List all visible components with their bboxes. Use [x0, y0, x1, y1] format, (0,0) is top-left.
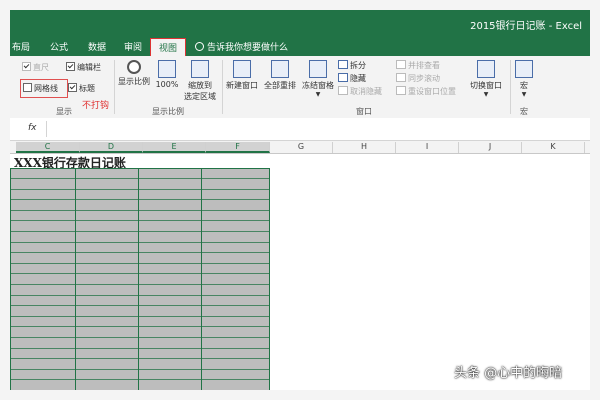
- cell-row-line: [11, 231, 269, 232]
- hide-icon: [338, 73, 348, 82]
- tab-view[interactable]: 视图: [150, 38, 187, 56]
- ruler-checkbox[interactable]: 直尺: [22, 62, 49, 73]
- cell-column-line: [201, 169, 202, 390]
- zoom-100-icon: [158, 60, 176, 78]
- reset-position-button[interactable]: 重设窗口位置: [396, 86, 456, 97]
- tab-formulas[interactable]: 公式: [50, 40, 68, 53]
- view-side-by-side-button[interactable]: 并排查看: [396, 60, 440, 71]
- ribbon: 直尺 编辑栏 网格线 标题 显示 不打钩 显示比例 100% 缩放到 选定区域 …: [10, 56, 590, 119]
- excel-window: 2015银行日记账 - Excel 布局 公式 数据 审阅 视图 告诉我你想要做…: [10, 10, 590, 390]
- chevron-down-icon: ▼: [315, 91, 321, 98]
- checkbox-icon: [23, 83, 32, 92]
- zoom-group-label: 显示比例: [152, 107, 184, 116]
- annotation-no-check: 不打钩: [82, 101, 110, 111]
- split-button[interactable]: 拆分: [338, 60, 366, 71]
- macros-icon: [515, 60, 533, 78]
- macros-group-label: 宏: [520, 107, 528, 116]
- cell-row-line: [11, 358, 269, 359]
- cell-row-line: [11, 263, 269, 264]
- checkbox-icon: [68, 83, 77, 92]
- zoom-100-button[interactable]: 100%: [154, 60, 180, 89]
- side-by-side-icon: [396, 60, 406, 69]
- column-header-c[interactable]: C: [16, 142, 80, 153]
- cell-row-line: [11, 189, 269, 190]
- unhide-button[interactable]: 取消隐藏: [338, 86, 382, 97]
- tell-me-box[interactable]: 告诉我你想要做什么: [195, 40, 288, 53]
- switch-windows-icon: [477, 60, 495, 78]
- macros-button[interactable]: 宏 ▼: [512, 60, 536, 98]
- cell-row-line: [11, 326, 269, 327]
- column-headers: C D E F G H I J K: [10, 141, 590, 154]
- zoom-to-selection-button[interactable]: 缩放到 选定区域: [180, 60, 220, 102]
- cell-row-line: [11, 210, 269, 211]
- new-window-icon: [233, 60, 251, 78]
- zoom-selection-icon: [191, 60, 209, 78]
- chevron-down-icon: ▼: [521, 91, 527, 98]
- checkbox-icon: [66, 62, 75, 71]
- formula-bar: fx: [10, 118, 590, 141]
- group-divider: [222, 60, 223, 114]
- cell-row-line: [11, 199, 269, 200]
- freeze-panes-icon: [309, 60, 327, 78]
- formula-bar-checkbox[interactable]: 编辑栏: [66, 62, 101, 73]
- cell-row-line: [11, 316, 269, 317]
- cell-row-line: [11, 348, 269, 349]
- group-divider: [114, 60, 115, 114]
- cell-column-line: [138, 169, 139, 390]
- checkbox-icon: [22, 62, 31, 71]
- cell-row-line: [11, 273, 269, 274]
- column-header-e[interactable]: E: [143, 142, 206, 153]
- ribbon-tabs: 布局 公式 数据 审阅 视图 告诉我你想要做什么: [10, 36, 590, 56]
- new-window-button[interactable]: 新建窗口: [224, 60, 260, 91]
- column-header-g[interactable]: G: [270, 142, 333, 153]
- window-title: 2015银行日记账 - Excel: [470, 21, 582, 32]
- gridlines-checkbox[interactable]: 网格线: [23, 83, 58, 94]
- cell-row-line: [11, 337, 269, 338]
- cell-row-line: [11, 178, 269, 179]
- cell-column-line: [75, 169, 76, 390]
- column-header-j[interactable]: J: [459, 142, 522, 153]
- tab-review[interactable]: 审阅: [124, 40, 142, 53]
- show-group-label: 显示: [56, 107, 72, 116]
- column-header-d[interactable]: D: [80, 142, 143, 153]
- lightbulb-icon: [195, 42, 204, 51]
- arrange-all-button[interactable]: 全部重排: [262, 60, 298, 91]
- hide-button[interactable]: 隐藏: [338, 73, 366, 84]
- tab-layout[interactable]: 布局: [12, 40, 30, 53]
- cell-row-line: [11, 379, 269, 380]
- sync-scroll-button[interactable]: 同步滚动: [396, 73, 440, 84]
- magnifier-icon: [127, 60, 141, 74]
- group-divider: [510, 60, 511, 114]
- freeze-panes-button[interactable]: 冻结窗格 ▼: [300, 60, 336, 98]
- chevron-down-icon: ▼: [483, 91, 489, 98]
- cell-row-line: [11, 242, 269, 243]
- column-header-i[interactable]: I: [396, 142, 459, 153]
- cell-row-line: [11, 305, 269, 306]
- zoom-button[interactable]: 显示比例: [116, 60, 152, 87]
- arrange-all-icon: [271, 60, 289, 78]
- tell-me-text: 告诉我你想要做什么: [207, 43, 289, 53]
- title-bar: 2015银行日记账 - Excel: [10, 10, 590, 36]
- column-header-f[interactable]: F: [206, 142, 270, 153]
- column-header-k[interactable]: K: [522, 142, 585, 153]
- watermark: 头条 @心中的晦暗: [454, 366, 563, 381]
- cell-row-line: [11, 220, 269, 221]
- formula-bar-divider: [46, 121, 47, 137]
- cell-row-line: [11, 295, 269, 296]
- cell-row-line: [11, 252, 269, 253]
- fx-icon[interactable]: fx: [28, 123, 37, 133]
- switch-windows-button[interactable]: 切换窗口 ▼: [466, 60, 506, 98]
- reset-position-icon: [396, 86, 406, 95]
- cell-row-line: [11, 369, 269, 370]
- selected-cell-range[interactable]: [10, 168, 270, 390]
- window-group-label: 窗口: [356, 107, 372, 116]
- worksheet[interactable]: XXX银行存款日记账: [10, 154, 590, 390]
- column-header-h[interactable]: H: [333, 142, 396, 153]
- sync-scroll-icon: [396, 73, 406, 82]
- tab-data[interactable]: 数据: [88, 40, 106, 53]
- cell-row-line: [11, 284, 269, 285]
- split-icon: [338, 60, 348, 69]
- headings-checkbox[interactable]: 标题: [68, 83, 95, 94]
- unhide-icon: [338, 86, 348, 95]
